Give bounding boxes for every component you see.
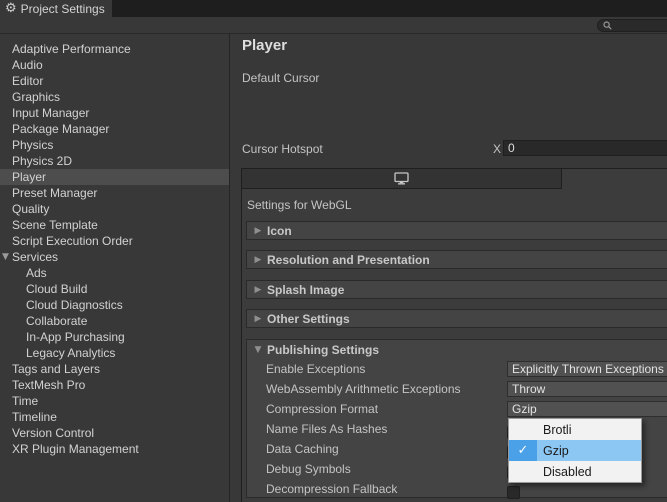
sidebar-item-services[interactable]: ▼ Services xyxy=(0,249,229,265)
tab-webgl-platform[interactable] xyxy=(242,169,562,189)
foldout-collapsed-icon: ▶ xyxy=(254,284,262,295)
sidebar-item-timeline[interactable]: Timeline xyxy=(0,409,229,425)
sidebar-item-label: Tags and Layers xyxy=(12,362,101,376)
enable-exceptions-dropdown[interactable]: Explicitly Thrown Exceptions xyxy=(507,361,667,377)
sidebar-item-script-execution-order[interactable]: Script Execution Order xyxy=(0,233,229,249)
sidebar-item-collaborate[interactable]: Collaborate xyxy=(0,313,229,329)
sidebar-item-physics[interactable]: Physics xyxy=(0,137,229,153)
webgl-monitor-icon xyxy=(394,172,409,185)
menu-item-disabled[interactable]: Disabled xyxy=(509,461,641,482)
sidebar-item-label: Preset Manager xyxy=(12,186,98,200)
section-icon[interactable]: ▶ Icon xyxy=(246,221,667,240)
sidebar-item-xr-plugin-management[interactable]: XR Plugin Management xyxy=(0,441,229,457)
compression-format-dropdown[interactable]: Gzip xyxy=(507,401,667,417)
project-settings-window: ⚙ Project Settings Adaptive Performance … xyxy=(0,0,667,502)
sidebar-item-preset-manager[interactable]: Preset Manager xyxy=(0,185,229,201)
sidebar-item-tags-and-layers[interactable]: Tags and Layers xyxy=(0,361,229,377)
project-settings-tab[interactable]: ⚙ Project Settings xyxy=(0,0,112,17)
section-resolution-and-presentation[interactable]: ▶ Resolution and Presentation xyxy=(246,250,667,269)
toolbar xyxy=(0,17,667,34)
sidebar-item-label: Package Manager xyxy=(12,122,110,136)
sidebar-item-label: Adaptive Performance xyxy=(12,42,131,56)
window-tab-title: Project Settings xyxy=(20,1,105,16)
sidebar-item-label: Legacy Analytics xyxy=(26,346,116,360)
sidebar-item-legacy-analytics[interactable]: Legacy Analytics xyxy=(0,345,229,361)
sidebar-item-label: Time xyxy=(12,394,39,408)
sidebar-item-in-app-purchasing[interactable]: In-App Purchasing xyxy=(0,329,229,345)
webassembly-arithmetic-exceptions-dropdown[interactable]: Throw xyxy=(507,381,667,397)
menu-item-gzip[interactable]: ✓ Gzip xyxy=(509,440,641,461)
enable-exceptions-label: Enable Exceptions xyxy=(266,362,366,376)
sidebar-item-label: Input Manager xyxy=(12,106,90,120)
sidebar-item-label: Cloud Diagnostics xyxy=(26,298,123,312)
sidebar-item-label: Timeline xyxy=(12,410,57,424)
sidebar-item-label: Version Control xyxy=(12,426,95,440)
sidebar-item-label: Scene Template xyxy=(12,218,98,232)
sidebar-item-cloud-build[interactable]: Cloud Build xyxy=(0,281,229,297)
decompression-fallback-checkbox[interactable] xyxy=(507,486,520,499)
search-input[interactable] xyxy=(597,19,667,32)
menu-check-gutter xyxy=(509,461,537,482)
menu-check-gutter: ✓ xyxy=(509,440,537,461)
sidebar-item-label: In-App Purchasing xyxy=(26,330,125,344)
sidebar-item-physics-2d[interactable]: Physics 2D xyxy=(0,153,229,169)
sidebar-item-label: Audio xyxy=(12,58,43,72)
settings-category-list: Adaptive Performance Audio Editor Graphi… xyxy=(0,34,229,502)
sidebar-item-label: XR Plugin Management xyxy=(12,442,139,456)
sidebar-item-label: Physics 2D xyxy=(12,154,73,168)
hotspot-x-axis-label: X xyxy=(493,142,502,156)
foldout-collapsed-icon: ▶ xyxy=(254,254,262,265)
sidebar-item-label: TextMesh Pro xyxy=(12,378,86,392)
sidebar-item-audio[interactable]: Audio xyxy=(0,57,229,73)
sidebar-item-label: Cloud Build xyxy=(26,282,88,296)
hotspot-x-input[interactable] xyxy=(503,140,667,156)
settings-for-webgl-label: Settings for WebGL xyxy=(247,198,352,212)
default-cursor-label: Default Cursor xyxy=(242,71,320,85)
search-icon xyxy=(603,21,612,30)
sidebar-item-label: Ads xyxy=(26,266,47,280)
data-caching-label: Data Caching xyxy=(266,442,339,456)
publishing-settings-header[interactable]: ▼ Publishing Settings xyxy=(247,340,667,359)
sidebar-item-label: Quality xyxy=(12,202,50,216)
foldout-expanded-icon[interactable]: ▼ xyxy=(2,249,9,265)
sidebar-item-version-control[interactable]: Version Control xyxy=(0,425,229,441)
sidebar-item-ads[interactable]: Ads xyxy=(0,265,229,281)
cursor-hotspot-label: Cursor Hotspot xyxy=(242,142,323,156)
sidebar-item-adaptive-performance[interactable]: Adaptive Performance xyxy=(0,41,229,57)
section-splash-image[interactable]: ▶ Splash Image xyxy=(246,280,667,299)
sidebar-item-label: Editor xyxy=(12,74,44,88)
sidebar-item-label: Player xyxy=(12,170,47,184)
decompression-fallback-label: Decompression Fallback xyxy=(266,482,398,496)
compression-format-menu: Brotli ✓ Gzip Disabled xyxy=(508,418,642,483)
sidebar-item-label: Physics xyxy=(12,138,54,152)
gear-icon: ⚙ xyxy=(5,1,17,16)
foldout-collapsed-icon: ▶ xyxy=(254,225,262,236)
page-title: Player xyxy=(242,37,288,54)
sidebar-item-time[interactable]: Time xyxy=(0,393,229,409)
checkmark-icon: ✓ xyxy=(517,443,529,458)
sidebar-item-label: Collaborate xyxy=(26,314,88,328)
section-other-settings[interactable]: ▶ Other Settings xyxy=(246,309,667,328)
sidebar-item-cloud-diagnostics[interactable]: Cloud Diagnostics xyxy=(0,297,229,313)
menu-item-brotli[interactable]: Brotli xyxy=(509,419,641,440)
sidebar-item-input-manager[interactable]: Input Manager xyxy=(0,105,229,121)
sidebar-item-editor[interactable]: Editor xyxy=(0,73,229,89)
sidebar-item-graphics[interactable]: Graphics xyxy=(0,89,229,105)
foldout-collapsed-icon: ▶ xyxy=(254,313,262,324)
sidebar-item-label: Services xyxy=(12,250,59,264)
sidebar-item-label: Script Execution Order xyxy=(12,234,133,248)
sidebar-divider xyxy=(229,33,230,502)
sidebar-item-label: Graphics xyxy=(12,90,61,104)
sidebar-item-quality[interactable]: Quality xyxy=(0,201,229,217)
sidebar-item-textmesh-pro[interactable]: TextMesh Pro xyxy=(0,377,229,393)
name-files-as-hashes-label: Name Files As Hashes xyxy=(266,422,388,436)
debug-symbols-label: Debug Symbols xyxy=(266,462,351,476)
sidebar-item-package-manager[interactable]: Package Manager xyxy=(0,121,229,137)
menu-check-gutter xyxy=(509,419,537,440)
foldout-expanded-icon: ▼ xyxy=(254,344,262,355)
sidebar-item-player[interactable]: Player xyxy=(0,169,229,185)
sidebar-item-scene-template[interactable]: Scene Template xyxy=(0,217,229,233)
webassembly-arithmetic-exceptions-label: WebAssembly Arithmetic Exceptions xyxy=(266,382,461,396)
compression-format-label: Compression Format xyxy=(266,402,379,416)
